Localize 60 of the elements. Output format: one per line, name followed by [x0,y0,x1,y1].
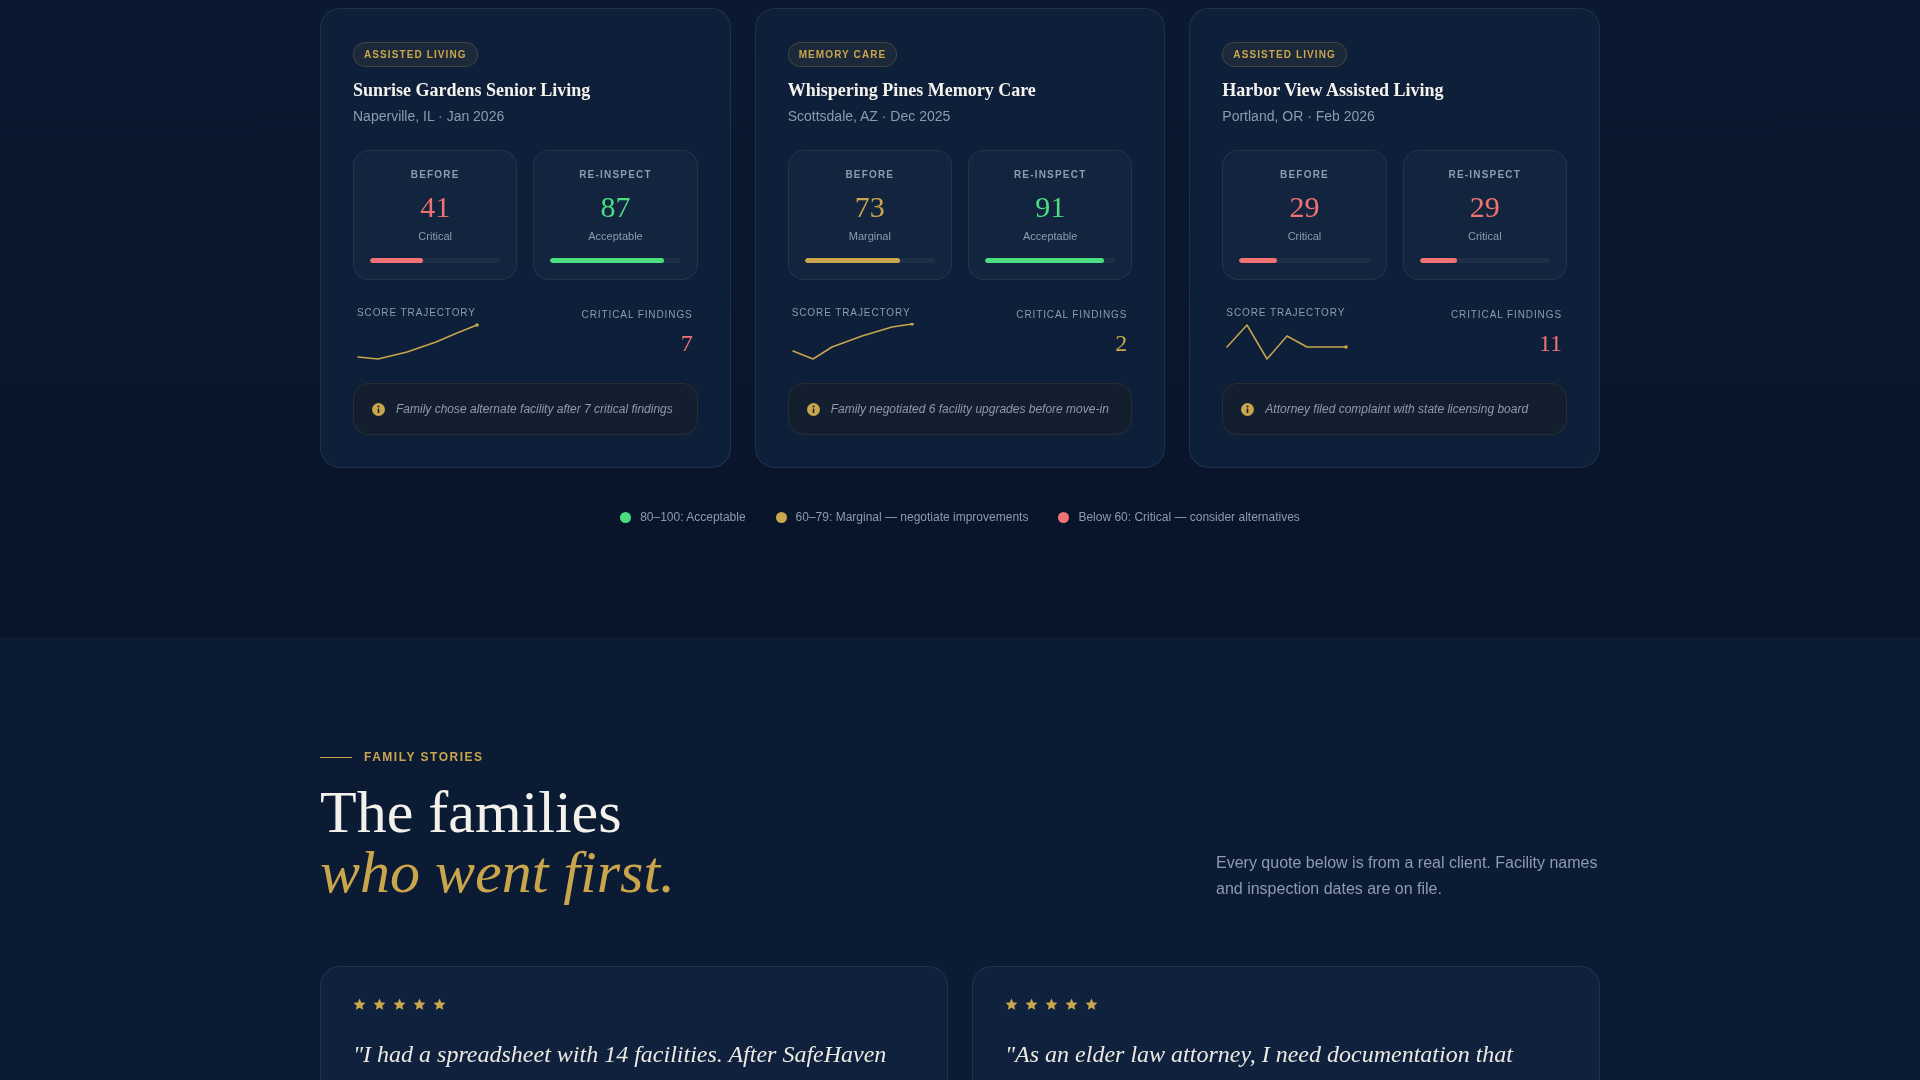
score-label: BEFORE [410,168,460,181]
info-icon [1241,402,1255,416]
star-icon [1045,998,1058,1011]
score-value: 73 [854,192,885,222]
findings-count: 11 [1538,329,1562,357]
score-label: BEFORE [1280,168,1329,181]
intro-text: Every quote below is from a real client. Facility names and inspection dates are on file. [1216,853,1599,899]
note-text: Family negotiated 6 facility upgrades before move-in [830,402,1109,416]
score-value: 41 [420,192,451,222]
facility-location: Scottsdale, AZ · Dec 2025 [787,107,952,125]
findings-count: 7 [680,329,693,357]
score-value: 91 [1035,192,1066,222]
score-status: Critical [1468,230,1502,243]
facility-name: Sunrise Gardens Senior Living [353,79,592,102]
star-icon [1025,998,1038,1011]
trajectory-label: SCORE TRAJECTORY [791,306,911,319]
trajectory-label: SCORE TRAJECTORY [357,306,476,319]
facility-location: Naperville, IL · Jan 2026 [353,107,506,125]
note-text: Attorney filed complaint with state licensing board [1265,402,1529,416]
score-value: 29 [1469,192,1500,222]
findings-label: CRITICAL FINDINGS [1450,308,1562,321]
category-badge: ASSISTED LIVING [353,42,478,67]
score-label: RE-INSPECT [1013,168,1087,181]
star-icon [393,998,406,1011]
star-icon [433,998,446,1011]
findings-label: CRITICAL FINDINGS [581,308,693,321]
findings-count: 2 [1115,329,1128,357]
facility-name: Whispering Pines Memory Care [787,79,1037,102]
score-label: RE-INSPECT [1448,168,1522,181]
info-icon [806,402,820,416]
score-status: Critical [418,230,452,243]
star-icon [1085,998,1098,1011]
section-eyebrow: FAMILY STORIES [364,750,484,764]
category-badge: MEMORY CARE [787,42,898,67]
trajectory-label: SCORE TRAJECTORY [1226,306,1346,319]
legend-label: 80–100: Acceptable [640,509,746,525]
score-label: RE-INSPECT [579,168,652,181]
star-icon [353,998,366,1011]
star-icon [413,998,426,1011]
category-badge: ASSISTED LIVING [1222,42,1347,67]
facility-name: Harbor View Assisted Living [1222,79,1445,102]
findings-label: CRITICAL FINDINGS [1016,308,1128,321]
info-icon [372,402,385,416]
section-heading: The families [320,782,623,842]
score-status: Marginal [848,230,891,243]
quote-text: "I had a spreadsheet with 14 facilities. After SafeHaven [353,1040,888,1069]
score-status: Critical [1287,230,1322,243]
legend-label: Below 60: Critical — consider alternatives [1078,509,1300,525]
score-value: 29 [1289,192,1320,222]
score-value: 87 [600,192,631,222]
facility-location: Portland, OR · Feb 2026 [1222,107,1376,125]
score-status: Acceptable [588,230,643,243]
star-icon [373,998,386,1011]
star-icon [1005,998,1018,1011]
score-status: Acceptable [1022,230,1078,243]
note-text: Family chose alternate facility after 7 critical findings [396,402,673,416]
legend-label: 60–79: Marginal — negotiate improvements [795,509,1029,525]
score-label: BEFORE [845,168,895,181]
star-icon [1065,998,1078,1011]
quote-text: "As an elder law attorney, I need documentation that [1005,1040,1515,1069]
